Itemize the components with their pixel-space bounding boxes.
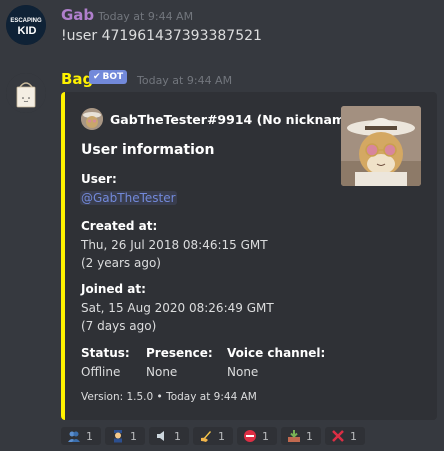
reaction-speaker[interactable]: 1 xyxy=(149,427,189,445)
reaction-count: 1 xyxy=(350,429,357,443)
reaction-police[interactable]: 1 xyxy=(105,427,145,445)
field-presence-value: None xyxy=(146,365,178,379)
speaker-icon xyxy=(155,429,169,443)
embed-author-avatar xyxy=(81,108,103,130)
bot-badge-label: BOT xyxy=(102,72,124,82)
user-mention[interactable]: @GabTheTester xyxy=(80,191,177,205)
no-entry-icon xyxy=(243,429,257,443)
embed-author[interactable]: GabTheTester#9914 (No nickname) xyxy=(110,112,359,127)
bot-badge: ✔ BOT xyxy=(89,70,128,84)
police-officer-icon xyxy=(111,429,125,443)
embed-footer: Version: 1.5.0 • Today at 9:44 AM xyxy=(81,391,257,403)
inbox-tray-icon xyxy=(287,429,301,443)
reaction-count: 1 xyxy=(130,429,137,443)
timestamp: Today at 9:44 AM xyxy=(98,10,194,23)
reaction-count: 1 xyxy=(86,429,93,443)
reactions-bar: 1 1 1 1 1 1 1 xyxy=(61,427,365,445)
field-status-value: Offline xyxy=(81,365,121,379)
field-voice-name: Voice channel: xyxy=(227,346,326,360)
avatar-logo-text-2: KID xyxy=(18,25,37,37)
reaction-writing[interactable]: 1 xyxy=(193,427,233,445)
field-created-name: Created at: xyxy=(81,219,158,233)
field-joined-relative: (7 days ago) xyxy=(81,319,157,333)
message-content: !user 471961437393387521 xyxy=(61,28,262,44)
field-created-relative: (2 years ago) xyxy=(81,256,161,270)
field-status-name: Status: xyxy=(81,346,130,360)
embed-title: User information xyxy=(81,142,215,158)
reaction-count: 1 xyxy=(306,429,313,443)
reaction-count: 1 xyxy=(262,429,269,443)
reaction-no-entry[interactable]: 1 xyxy=(237,427,277,445)
reaction-cross[interactable]: 1 xyxy=(325,427,365,445)
reaction-count: 1 xyxy=(218,429,225,443)
field-joined-name: Joined at: xyxy=(81,282,146,296)
timestamp: Today at 9:44 AM xyxy=(137,74,233,87)
writing-hand-icon xyxy=(199,429,213,443)
cross-mark-icon xyxy=(331,429,345,443)
author-name[interactable]: Gab xyxy=(61,6,94,24)
field-user-name: User: xyxy=(81,172,117,186)
embed: GabTheTester#9914 (No nickname) User inf… xyxy=(61,92,437,420)
avatar[interactable]: ESCAPING KID xyxy=(6,5,46,45)
field-joined-value: Sat, 15 Aug 2020 08:26:49 GMT xyxy=(81,301,274,315)
reaction-inbox[interactable]: 1 xyxy=(281,427,321,445)
reaction-busts[interactable]: 1 xyxy=(61,427,101,445)
field-voice-value: None xyxy=(227,365,259,379)
tote-bag-icon xyxy=(6,73,46,113)
avatar-logo-text-1: ESCAPING xyxy=(10,18,42,24)
field-presence-name: Presence: xyxy=(146,346,213,360)
reaction-count: 1 xyxy=(174,429,181,443)
busts-in-silhouette-icon xyxy=(67,429,81,443)
avatar[interactable] xyxy=(6,73,46,113)
field-created-value: Thu, 26 Jul 2018 08:46:15 GMT xyxy=(81,238,268,252)
checkmark-icon: ✔ xyxy=(93,72,101,82)
embed-thumbnail[interactable] xyxy=(341,106,421,186)
